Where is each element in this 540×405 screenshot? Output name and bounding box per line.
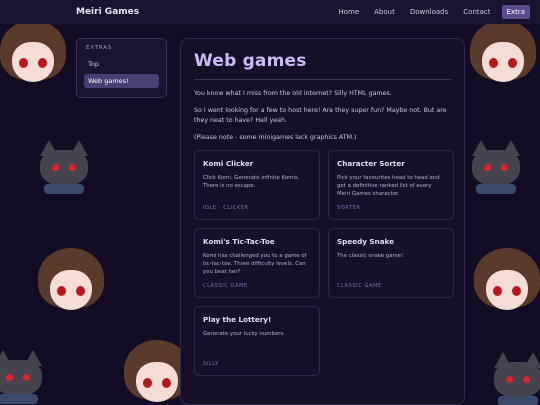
page-title: Web games [194, 51, 307, 71]
cat-illustration [36, 140, 92, 200]
card-description: The classic snake game! [337, 253, 404, 259]
intro-paragraph: So I went looking for a few to host here… [194, 107, 447, 124]
card-description: Komi has challenged you to a game of tic… [203, 253, 307, 275]
main-content-panel: Web games You know what I miss from the … [180, 38, 465, 405]
title-divider [194, 79, 451, 80]
nav-link-about[interactable]: About [374, 8, 395, 16]
cat-illustration [0, 350, 46, 405]
chibi-character-illustration [466, 20, 540, 92]
top-navigation-bar: Meiri Games Home About Downloads Contact… [0, 0, 540, 24]
cat-illustration [490, 352, 540, 405]
chibi-character-illustration [470, 248, 540, 320]
game-card-speedy-snake[interactable]: Speedy Snake The classic snake game! CLA… [328, 228, 454, 298]
site-logo[interactable]: Meiri Games [76, 7, 139, 17]
game-card-tic-tac-toe[interactable]: Komi's Tic-Tac-Toe Komi has challenged y… [194, 228, 320, 298]
card-title: Speedy Snake [337, 237, 395, 246]
nav-links: Home About Downloads Contact Extra [323, 5, 530, 19]
card-tag: CLASSIC GAME [203, 283, 248, 289]
chibi-character-illustration [0, 20, 70, 92]
card-tag: SILLY [203, 361, 219, 367]
card-description: Generate your lucky numbers. [203, 331, 285, 337]
sidebar-heading: EXTRAS [86, 45, 113, 51]
game-card-character-sorter[interactable]: Character Sorter Pick your favourites he… [328, 150, 454, 220]
card-title: Komi's Tic-Tac-Toe [203, 237, 275, 246]
card-tag: IDLE · CLICKER [203, 205, 249, 211]
sidebar-item-top[interactable]: Top [84, 57, 159, 71]
graphics-note: (Please note - some minigames lack graph… [194, 134, 357, 141]
card-tag: SORTER [337, 205, 361, 211]
chibi-character-illustration [34, 248, 108, 320]
game-card-lottery[interactable]: Play the Lottery! Generate your lucky nu… [194, 306, 320, 376]
nav-link-contact[interactable]: Contact [463, 8, 490, 16]
sidebar-item-web-games[interactable]: Web games! [84, 74, 159, 88]
card-title: Play the Lottery! [203, 315, 272, 324]
card-title: Character Sorter [337, 159, 405, 168]
cat-illustration [468, 140, 524, 200]
card-tag: CLASSIC GAME [337, 283, 382, 289]
nav-link-extra[interactable]: Extra [501, 5, 530, 19]
nav-link-home[interactable]: Home [338, 8, 359, 16]
intro-paragraph: You know what I miss from the old intern… [194, 90, 392, 97]
game-card-grid: Komi Clicker Click Komi. Generate infini… [194, 150, 454, 376]
extras-sidebar: EXTRAS Top Web games! [76, 38, 167, 98]
nav-link-downloads[interactable]: Downloads [410, 8, 448, 16]
game-card-komi-clicker[interactable]: Komi Clicker Click Komi. Generate infini… [194, 150, 320, 220]
card-title: Komi Clicker [203, 159, 254, 168]
card-description: Pick your favourites head to head and ge… [337, 175, 440, 197]
card-description: Click Komi. Generate infinite Komis. The… [203, 175, 300, 189]
